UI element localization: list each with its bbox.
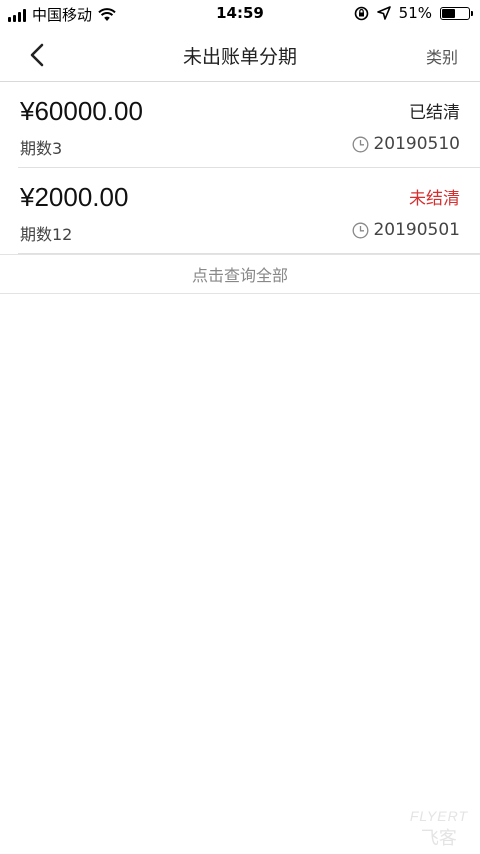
watermark-bottom: 飞客: [420, 828, 457, 848]
bill-amount: ¥2000.00: [20, 182, 129, 212]
bill-status: 已结清: [409, 103, 460, 123]
bill-date: 20190501: [352, 220, 460, 240]
battery-fill: [442, 8, 455, 18]
status-right: 51%: [354, 4, 473, 22]
watermark-logo: FLYERT 飞客: [410, 808, 468, 850]
nav-bar: 未出账单分期 类别: [0, 28, 480, 82]
bill-list: ¥60000.00 已结清 期数3 20190510 ¥2000.00 未结清 …: [0, 82, 480, 254]
bill-periods: 期数3: [20, 139, 63, 158]
location-icon: [376, 6, 391, 20]
bill-amount: ¥60000.00: [20, 96, 143, 126]
page-title: 未出账单分期: [182, 46, 297, 68]
clock-icon: [353, 136, 369, 152]
bill-date-text: 20190501: [373, 220, 460, 240]
battery-icon: [440, 6, 473, 20]
status-bar: 中国移动 14:59 51%: [0, 0, 480, 28]
query-all-button[interactable]: 点击查询全部: [0, 254, 480, 294]
bill-periods: 期数12: [20, 225, 73, 244]
bill-item[interactable]: ¥2000.00 未结清 期数12 20190501: [18, 168, 480, 254]
clock-icon: [353, 222, 369, 238]
bill-status: 未结清: [409, 189, 460, 209]
category-button[interactable]: 类别: [426, 44, 458, 68]
bill-date-text: 20190510: [373, 134, 460, 154]
battery-percent: 51%: [398, 4, 432, 22]
bill-item[interactable]: ¥60000.00 已结清 期数3 20190510: [18, 82, 480, 168]
watermark-top: FLYERT: [409, 808, 468, 824]
bill-date: 20190510: [352, 134, 460, 154]
rotation-lock-icon: [354, 6, 368, 20]
